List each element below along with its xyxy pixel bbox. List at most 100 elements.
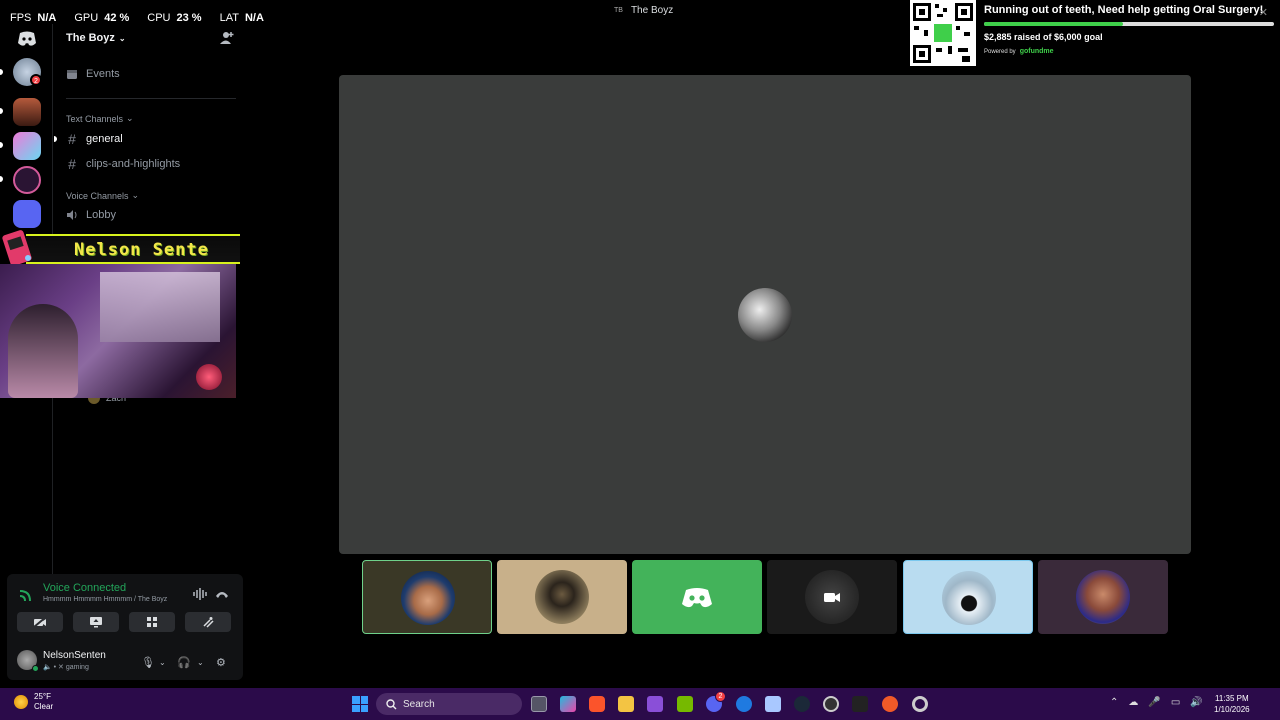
capcut-icon[interactable]	[852, 696, 868, 712]
online-status-dot	[32, 665, 39, 672]
unread-indicator	[54, 136, 57, 142]
webcam-background	[100, 272, 220, 342]
participant-tile-1[interactable]	[362, 560, 492, 634]
steam-icon[interactable]	[794, 696, 810, 712]
discord-logo-icon	[682, 588, 712, 608]
fundraiser-progress-fill	[984, 22, 1124, 26]
category-voice-channels[interactable]: Voice Channels ⌄	[66, 190, 139, 201]
voice-status[interactable]: Voice Connected	[43, 582, 126, 594]
activities-icon	[147, 617, 157, 627]
arcade-machine-icon	[2, 230, 32, 266]
server-indicator	[0, 176, 3, 182]
desktop: FPS N/A GPU 42 % CPU 23 % LAT N/A TB The Boy…	[0, 0, 1280, 720]
server-icon-5[interactable]	[13, 200, 41, 228]
signal-icon[interactable]	[17, 586, 35, 604]
clock[interactable]: 11:35 PM 1/10/2026	[1214, 693, 1250, 715]
taskbar-search[interactable]: Search	[376, 693, 522, 715]
server-indicator	[0, 69, 3, 75]
calendar-icon	[67, 70, 77, 79]
chevron-down-icon: ⌄	[126, 113, 134, 123]
participant-tile-2[interactable]	[497, 560, 627, 634]
server-indicator	[0, 142, 3, 148]
avatar	[401, 571, 455, 625]
headphones-icon[interactable]: 🎧	[177, 656, 191, 669]
user-status: gaming	[65, 664, 89, 671]
obs-icon[interactable]	[823, 696, 839, 712]
focused-participant-avatar	[738, 288, 792, 342]
clipchamp-icon[interactable]	[647, 696, 663, 712]
participant-tile-4[interactable]	[767, 560, 897, 634]
search-placeholder: Search	[403, 698, 435, 710]
divider	[66, 98, 236, 99]
category-label: Voice Channels	[66, 190, 129, 201]
activities-button[interactable]	[129, 612, 175, 632]
webcam-light	[196, 364, 222, 390]
microphone-icon[interactable]: 🎙	[141, 656, 155, 669]
weather-widget[interactable]: 25°F Clear	[14, 692, 53, 712]
server-icon-2[interactable]	[13, 98, 41, 126]
channel-clips-and-highlights[interactable]: # clips-and-highlights	[66, 156, 180, 172]
user-name[interactable]: NelsonSenten	[43, 650, 106, 661]
noise-suppression-icon[interactable]	[193, 588, 207, 600]
file-explorer-icon[interactable]	[618, 696, 634, 712]
banner-text: Nelson Sente	[74, 240, 209, 260]
search-icon	[386, 698, 397, 709]
category-text-channels[interactable]: Text Channels ⌄	[66, 113, 134, 124]
server-icon-3[interactable]	[13, 132, 41, 160]
fundraiser-powered-by: Powered by gofundme	[984, 48, 1054, 55]
voice-channel-lobby[interactable]: Lobby	[66, 209, 116, 221]
volume-icon[interactable]: 🔊	[1190, 697, 1202, 708]
voice-location[interactable]: Hmmmm Hmmmm Hmmmm / The Boyz	[43, 596, 167, 603]
webcam-overlay: Nelson Sente	[0, 228, 240, 398]
fps-stat: FPS N/A	[10, 12, 57, 24]
app-icon[interactable]	[912, 696, 928, 712]
cloud-icon[interactable]: ☁	[1128, 697, 1138, 708]
voice-panel: Voice Connected Hmmmm Hmmmm Hmmmm / The …	[7, 574, 243, 680]
avatar	[1076, 570, 1130, 624]
qr-code	[910, 0, 976, 66]
channel-general[interactable]: # general	[66, 131, 123, 147]
events-item[interactable]: Events	[66, 68, 120, 80]
chevron-down-icon[interactable]: ⌄	[197, 658, 204, 667]
chevron-down-icon[interactable]: ⌄	[159, 658, 166, 667]
avatar	[942, 571, 996, 625]
notepad-icon[interactable]	[765, 696, 781, 712]
nvidia-icon[interactable]	[677, 696, 693, 712]
avatar	[535, 570, 589, 624]
webcam-feed	[0, 264, 236, 398]
hash-icon: #	[68, 156, 76, 172]
mic-icon[interactable]: 🎤	[1148, 697, 1160, 708]
chevron-up-icon[interactable]: ⌃	[1110, 697, 1118, 708]
server-icon-4[interactable]	[13, 166, 41, 194]
window-title-text: The Boyz	[630, 5, 674, 16]
camera-icon	[824, 593, 840, 602]
participant-tile-5[interactable]	[903, 560, 1033, 634]
screen-share-button[interactable]	[73, 612, 119, 632]
copilot-icon[interactable]	[560, 696, 576, 712]
screen-share-icon	[90, 617, 102, 628]
browser-icon[interactable]	[736, 696, 752, 712]
camera-off-button[interactable]	[17, 612, 63, 632]
category-label: Text Channels	[66, 113, 124, 124]
notification-badge: 2	[30, 74, 42, 86]
webcam-person	[8, 304, 78, 398]
participant-tile-6[interactable]	[1038, 560, 1168, 634]
fundraiser-progress	[984, 22, 1274, 26]
settings-gear-icon[interactable]: ⚙	[216, 656, 226, 669]
participant-tile-3[interactable]	[632, 560, 762, 634]
temperature: 25°F	[34, 692, 51, 701]
weather-condition: Clear	[34, 702, 54, 711]
task-view-icon[interactable]	[531, 696, 547, 712]
performance-overlay: FPS N/A GPU 42 % CPU 23 % LAT N/A	[0, 0, 264, 36]
brave-browser-icon[interactable]	[589, 696, 605, 712]
disconnect-icon[interactable]	[215, 588, 229, 600]
channel-name: clips-and-highlights	[86, 158, 181, 170]
status-icons: 🔈 • ✕	[43, 664, 66, 671]
cpu-stat: CPU 23 %	[147, 12, 202, 24]
chevron-down-icon: ⌄	[131, 190, 140, 200]
display-icon[interactable]: ▭	[1171, 697, 1180, 708]
focused-video-stage[interactable]	[339, 75, 1191, 554]
windows-start-icon[interactable]	[352, 696, 368, 712]
soundboard-button[interactable]	[185, 612, 231, 632]
app-icon[interactable]	[882, 696, 898, 712]
